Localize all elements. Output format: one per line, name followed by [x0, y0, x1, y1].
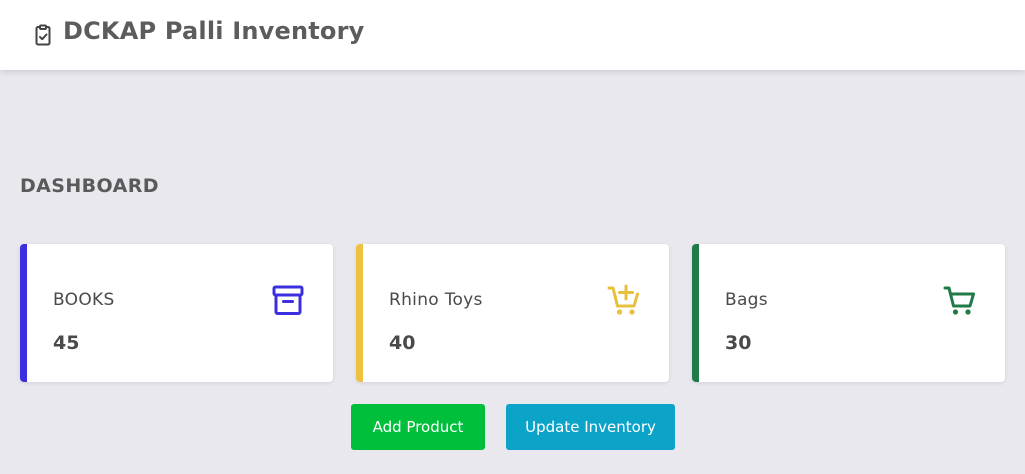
- update-inventory-button[interactable]: Update Inventory: [506, 404, 675, 450]
- card-accent-bar: [356, 244, 363, 382]
- card-accent-bar: [692, 244, 699, 382]
- card-count: 40: [389, 332, 416, 354]
- card-count: 30: [725, 332, 752, 354]
- clipboard-check-icon: [35, 24, 51, 46]
- card-label: Rhino Toys: [389, 290, 483, 310]
- shopping-cart-icon: [943, 286, 975, 315]
- card-label: Bags: [725, 290, 768, 310]
- app-title: DCKAP Palli Inventory: [63, 17, 365, 45]
- card-accent-bar: [20, 244, 27, 382]
- archive-box-icon: [272, 285, 304, 315]
- card-count: 45: [53, 332, 80, 354]
- category-card-rhino-toys[interactable]: Rhino Toys 40: [356, 244, 669, 382]
- cart-add-icon: [607, 284, 639, 315]
- card-label: BOOKS: [53, 290, 115, 310]
- app-header: DCKAP Palli Inventory: [0, 0, 1025, 70]
- add-product-button[interactable]: Add Product: [351, 404, 485, 450]
- category-card-bags[interactable]: Bags 30: [692, 244, 1005, 382]
- category-card-books[interactable]: BOOKS 45: [20, 244, 333, 382]
- page-title: DASHBOARD: [20, 175, 159, 197]
